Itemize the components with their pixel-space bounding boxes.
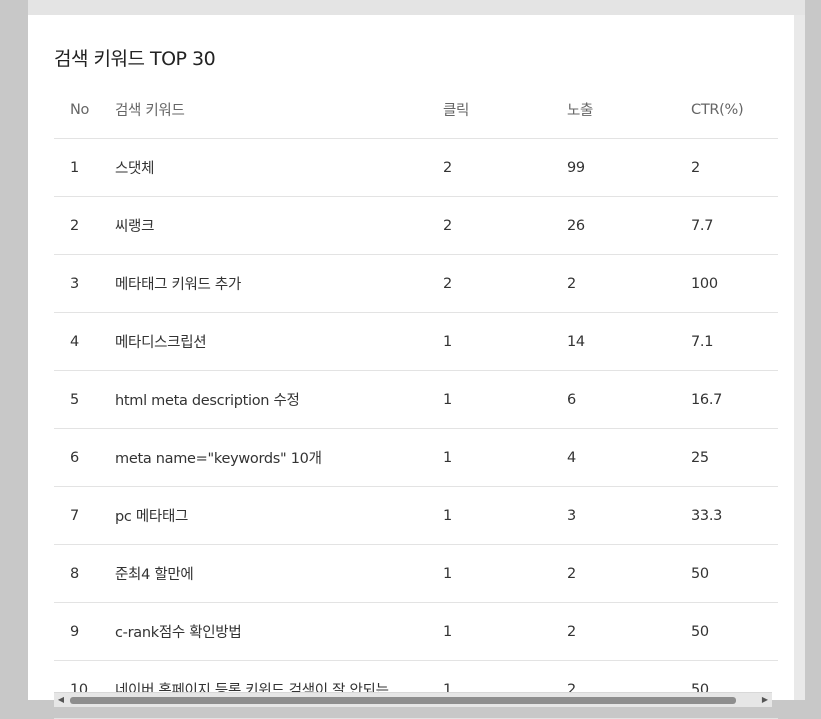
row-clicks: 1 bbox=[442, 486, 566, 545]
table-row: 4 메타디스크립션 1 14 7.1 bbox=[54, 312, 778, 371]
scrollbar-thumb[interactable] bbox=[70, 697, 736, 704]
row-ctr: 50 bbox=[690, 544, 778, 603]
row-keyword: html meta description 수정 bbox=[114, 370, 442, 429]
table-row: 8 준최4 할만에 1 2 50 bbox=[54, 544, 778, 603]
row-keyword: 네이버 홈페이지 등록 키워드 검색이 잘 안되는… bbox=[114, 660, 442, 719]
row-keyword: 메타태그 키워드 추가 bbox=[114, 254, 442, 313]
row-ctr: 16.7 bbox=[690, 370, 778, 429]
row-impressions: 99 bbox=[566, 138, 690, 197]
scroll-right-icon[interactable]: ▶ bbox=[758, 693, 772, 707]
row-keyword: 메타디스크립션 bbox=[114, 312, 442, 371]
row-clicks: 2 bbox=[442, 196, 566, 255]
row-clicks: 1 bbox=[442, 544, 566, 603]
row-ctr: 33.3 bbox=[690, 486, 778, 545]
row-ctr: 7.7 bbox=[690, 196, 778, 255]
table-header-row: No 검색 키워드 클릭 노출 CTR(%) bbox=[54, 81, 778, 139]
row-clicks: 1 bbox=[442, 312, 566, 371]
row-clicks: 1 bbox=[442, 602, 566, 661]
row-clicks: 1 bbox=[442, 428, 566, 487]
row-number: 2 bbox=[54, 196, 114, 255]
row-ctr: 25 bbox=[690, 428, 778, 487]
table-row: 9 c-rank점수 확인방법 1 2 50 bbox=[54, 602, 778, 661]
row-ctr: 7.1 bbox=[690, 312, 778, 371]
column-header-impressions: 노출 bbox=[566, 81, 690, 139]
row-clicks: 2 bbox=[442, 254, 566, 313]
row-keyword: c-rank점수 확인방법 bbox=[114, 602, 442, 661]
row-number: 5 bbox=[54, 370, 114, 429]
row-ctr: 100 bbox=[690, 254, 778, 313]
column-header-ctr: CTR(%) bbox=[690, 81, 778, 139]
row-ctr: 50 bbox=[690, 602, 778, 661]
row-number: 8 bbox=[54, 544, 114, 603]
table-row: 7 pc 메타태그 1 3 33.3 bbox=[54, 486, 778, 545]
row-impressions: 2 bbox=[566, 660, 690, 719]
row-impressions: 4 bbox=[566, 428, 690, 487]
row-number: 9 bbox=[54, 602, 114, 661]
row-keyword: 스댓체 bbox=[114, 138, 442, 197]
row-keyword: 준최4 할만에 bbox=[114, 544, 442, 603]
vertical-scrollbar-track[interactable] bbox=[794, 15, 805, 700]
column-header-clicks: 클릭 bbox=[442, 81, 566, 139]
row-ctr: 2 bbox=[690, 138, 778, 197]
keyword-table: No 검색 키워드 클릭 노출 CTR(%) 1 스댓체 2 99 2 2 씨랭 bbox=[54, 81, 778, 719]
row-impressions: 2 bbox=[566, 254, 690, 313]
row-impressions: 6 bbox=[566, 370, 690, 429]
row-number: 3 bbox=[54, 254, 114, 313]
row-number: 10 bbox=[54, 660, 114, 719]
row-number: 7 bbox=[54, 486, 114, 545]
scroll-left-icon[interactable]: ◀ bbox=[54, 693, 68, 707]
row-number: 6 bbox=[54, 428, 114, 487]
row-keyword: meta name="keywords" 10개 bbox=[114, 428, 442, 487]
row-number: 1 bbox=[54, 138, 114, 197]
row-impressions: 2 bbox=[566, 544, 690, 603]
row-keyword: 씨랭크 bbox=[114, 196, 442, 255]
table-row: 5 html meta description 수정 1 6 16.7 bbox=[54, 370, 778, 429]
column-header-keyword: 검색 키워드 bbox=[114, 81, 442, 139]
row-clicks: 1 bbox=[442, 370, 566, 429]
row-keyword: pc 메타태그 bbox=[114, 486, 442, 545]
row-number: 4 bbox=[54, 312, 114, 371]
column-header-no: No bbox=[54, 81, 114, 139]
table-row: 2 씨랭크 2 26 7.7 bbox=[54, 196, 778, 255]
row-clicks: 2 bbox=[442, 138, 566, 197]
panel-title: 검색 키워드 TOP 30 bbox=[54, 48, 216, 70]
table-row: 3 메타태그 키워드 추가 2 2 100 bbox=[54, 254, 778, 313]
row-impressions: 3 bbox=[566, 486, 690, 545]
table-row: 1 스댓체 2 99 2 bbox=[54, 138, 778, 197]
row-clicks: 1 bbox=[442, 660, 566, 719]
table-row: 10 네이버 홈페이지 등록 키워드 검색이 잘 안되는… 1 2 50 bbox=[54, 660, 778, 719]
row-impressions: 26 bbox=[566, 196, 690, 255]
table-row: 6 meta name="keywords" 10개 1 4 25 bbox=[54, 428, 778, 487]
row-ctr: 50 bbox=[690, 660, 778, 719]
row-impressions: 2 bbox=[566, 602, 690, 661]
content-frame: 검색 키워드 TOP 30 No 검색 키워드 클릭 노출 CTR(%) 1 스… bbox=[28, 0, 805, 719]
row-impressions: 14 bbox=[566, 312, 690, 371]
keyword-panel: 검색 키워드 TOP 30 No 검색 키워드 클릭 노출 CTR(%) 1 스… bbox=[28, 15, 794, 719]
